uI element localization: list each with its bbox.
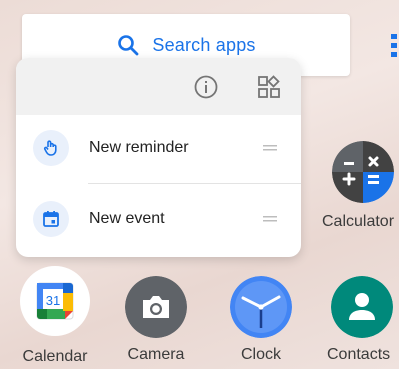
reminder-icon-bg: [33, 130, 69, 166]
calculator-label: Calculator: [322, 213, 395, 230]
app-calculator[interactable]: Calculator: [318, 141, 399, 231]
app-clock[interactable]: Clock: [226, 276, 296, 364]
app-shortcuts-popup: New reminder New event: [16, 58, 301, 257]
camera-icon: [125, 276, 187, 338]
contacts-icon: [331, 276, 393, 338]
clock-label: Clock: [240, 346, 281, 363]
event-icon-bg: [33, 201, 69, 237]
search-icon: [118, 35, 139, 56]
divider: [88, 183, 301, 184]
drag-handle-icon[interactable]: [263, 145, 277, 151]
popup-header: [16, 58, 301, 115]
calendar-event-icon: [43, 211, 59, 227]
app-info-icon[interactable]: [193, 74, 219, 100]
search-label: Search apps: [152, 34, 256, 55]
drag-handle-icon[interactable]: [263, 216, 277, 222]
camera-label: Camera: [127, 346, 185, 363]
new-event-label: New event: [89, 210, 165, 227]
contacts-label: Contacts: [327, 346, 391, 363]
app-contacts[interactable]: Contacts: [327, 276, 399, 364]
calculator-icon: [332, 141, 394, 203]
calendar-label: Calendar: [22, 348, 88, 365]
new-reminder-label: New reminder: [89, 139, 189, 156]
calendar-highlight: 31: [20, 266, 90, 336]
shortcut-new-reminder[interactable]: New reminder: [16, 119, 301, 177]
app-calendar[interactable]: 31 Calendar: [14, 266, 96, 366]
reminder-hand-icon: [43, 140, 57, 156]
shortcut-new-event[interactable]: New event: [16, 190, 301, 248]
app-camera[interactable]: Camera: [121, 276, 191, 364]
clock-icon: [230, 276, 292, 338]
more-options-icon[interactable]: [391, 32, 399, 60]
calendar-day: 31: [46, 293, 60, 308]
calendar-app-icon: 31: [36, 282, 74, 320]
widgets-icon[interactable]: [256, 74, 282, 100]
